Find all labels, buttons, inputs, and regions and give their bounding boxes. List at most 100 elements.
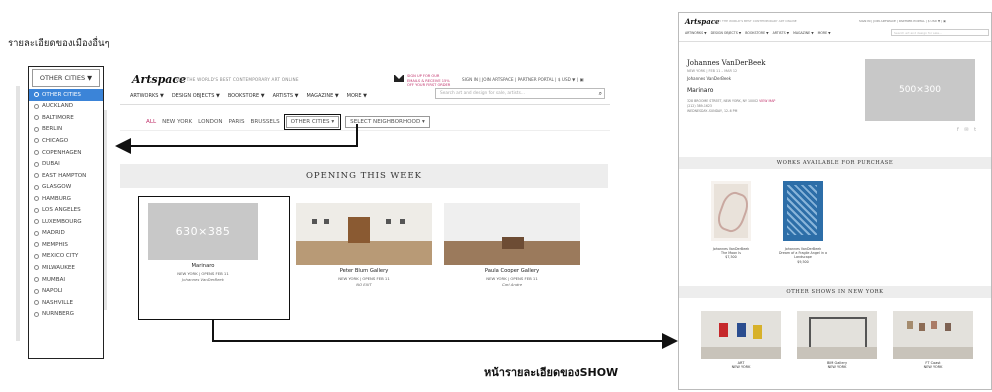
gallery-address: 328 BROOME STREET, NEW YORK, NY 10002 xyxy=(687,99,759,103)
city-option[interactable]: LOS ANGELES xyxy=(29,204,103,216)
other-shows-heading: OTHER SHOWS IN NEW YORK xyxy=(679,286,991,298)
show-artist: NO EXIT xyxy=(356,282,372,287)
show-detail-page: Artspace BUY THE WORLD'S BEST CONTEMPORA… xyxy=(678,12,992,390)
show-title[interactable]: Peter Blum Gallery xyxy=(296,268,432,274)
other-show-thumbnail[interactable] xyxy=(701,311,781,359)
search-icon[interactable]: ⌕ xyxy=(599,90,602,98)
radio-icon xyxy=(34,288,39,294)
city-option[interactable]: BALTIMORE xyxy=(29,112,103,124)
view-map-link[interactable]: VIEW MAP xyxy=(759,99,775,103)
filter-all[interactable]: ALL xyxy=(146,119,156,125)
search-input[interactable]: Search art and design for sale… xyxy=(891,29,989,36)
nav-bookstore[interactable]: BOOKSTORE ▼ xyxy=(228,93,265,99)
nav-artworks[interactable]: ARTWORKS ▼ xyxy=(130,93,164,99)
tagline: BUY THE WORLD'S BEST CONTEMPORARY ART ON… xyxy=(715,19,797,23)
other-show-thumbnail[interactable] xyxy=(893,311,973,359)
show-title[interactable]: Marinaro xyxy=(148,263,258,269)
city-option[interactable]: OTHER CITIES xyxy=(29,89,103,101)
show-image-placeholder[interactable]: 630×385 xyxy=(148,203,258,260)
city-option[interactable]: MUMBAI xyxy=(29,274,103,286)
artwork-thumbnail[interactable] xyxy=(711,181,751,241)
city-option[interactable]: HAMBURG xyxy=(29,193,103,205)
filter-new-york[interactable]: NEW YORK xyxy=(162,119,192,125)
show-hero-placeholder[interactable]: 500×300 xyxy=(865,59,975,121)
city-option[interactable]: MEMPHIS xyxy=(29,239,103,251)
radio-icon xyxy=(34,115,39,121)
city-option[interactable]: NAPOLI xyxy=(29,285,103,297)
works-for-purchase-heading: WORKS AVAILABLE FOR PURCHASE xyxy=(679,157,991,169)
account-links[interactable]: SIGN IN | JOIN ARTSPACE | PARTNER PORTAL… xyxy=(859,19,946,23)
divider xyxy=(679,41,991,42)
city-option[interactable]: NASHVILLE xyxy=(29,297,103,309)
radio-icon xyxy=(34,126,39,132)
artist-name: Johannes VanDerBeek xyxy=(687,59,766,67)
gallery-name[interactable]: Marinaro xyxy=(687,87,713,94)
filter-neighborhood[interactable]: SELECT NEIGHBORHOOD ▾ xyxy=(345,116,430,128)
city-option[interactable]: NURNBERG xyxy=(29,308,103,320)
account-links[interactable]: SIGN IN | JOIN ARTSPACE | PARTNER PORTAL… xyxy=(462,77,583,82)
nav-artworks[interactable]: ARTWORKS ▼ xyxy=(685,31,707,35)
radio-icon xyxy=(34,230,39,236)
show-title[interactable]: Paula Cooper Gallery xyxy=(444,268,580,274)
photo-floor xyxy=(701,347,781,359)
background-strip xyxy=(16,86,20,341)
show-dates: NEW YORK | FEB 11 – MAR 12 xyxy=(687,69,738,73)
nav-more[interactable]: MORE ▼ xyxy=(818,31,831,35)
mail-icon[interactable] xyxy=(394,75,404,82)
filter-london[interactable]: LONDON xyxy=(198,119,222,125)
city-option[interactable]: COPENHAGEN xyxy=(29,147,103,159)
artwork-caption: Johannes VanDerBeek The Moon Is $7,500 xyxy=(712,247,750,260)
radio-icon xyxy=(34,219,39,225)
artwork-thumbnail[interactable] xyxy=(783,181,823,241)
show-card[interactable]: Paula Cooper Gallery NEW YORK | OPENS FE… xyxy=(444,203,580,287)
filter-other-cities[interactable]: OTHER CITIES ▾ xyxy=(283,114,342,130)
gallery-photo[interactable] xyxy=(444,203,580,265)
radio-icon xyxy=(34,265,39,271)
nav-bookstore[interactable]: BOOKSTORE ▼ xyxy=(745,31,768,35)
nav-artists[interactable]: ARTISTS ▼ xyxy=(773,31,790,35)
search-input[interactable]: Search art and design for sale, artists…… xyxy=(435,88,605,99)
gallery-photo[interactable] xyxy=(296,203,432,265)
caption-show-detail: หน้ารายละเอียดของSHOW xyxy=(484,366,619,379)
city-option[interactable]: MEXICO CITY xyxy=(29,251,103,263)
nav-design-objects[interactable]: DESIGN OBJECTS ▼ xyxy=(172,93,220,99)
radio-icon xyxy=(34,173,39,179)
city-option[interactable]: GLASGOW xyxy=(29,181,103,193)
city-option[interactable]: EAST HAMPTON xyxy=(29,170,103,182)
nav-magazine[interactable]: MAGAZINE ▼ xyxy=(306,93,338,99)
show-card[interactable]: Peter Blum Gallery NEW YORK | OPENS FEB … xyxy=(296,203,432,287)
city-option[interactable]: MILWAUKEE xyxy=(29,262,103,274)
show-meta: NEW YORK | OPENS FEB 11 xyxy=(486,276,538,281)
radio-icon xyxy=(34,242,39,248)
other-show-thumbnail[interactable] xyxy=(797,311,877,359)
photo-floor xyxy=(893,347,973,359)
nav-more[interactable]: MORE ▼ xyxy=(347,93,367,99)
city-dropdown[interactable]: OTHER CITIES ▼ OTHER CITIES AUCKLAND BAL… xyxy=(28,66,104,359)
city-option[interactable]: AUCKLAND xyxy=(29,101,103,113)
radio-icon xyxy=(34,277,39,283)
other-show-caption: BIM Gallery NEW YORK xyxy=(826,361,848,370)
photo-door xyxy=(348,217,370,243)
dropdown-header[interactable]: OTHER CITIES ▼ xyxy=(32,69,100,87)
show-card[interactable]: 630×385 Marinaro NEW YORK | OPENS FEB 11… xyxy=(148,203,258,282)
filter-paris[interactable]: PARIS xyxy=(229,119,245,125)
nav-artists[interactable]: ARTISTS ▼ xyxy=(273,93,299,99)
radio-icon xyxy=(34,103,39,109)
artist-link[interactable]: Johannes VanDerBeek xyxy=(687,76,731,81)
filter-brussels[interactable]: BRUSSELS xyxy=(251,119,280,125)
gallery-info: 328 BROOME STREET, NEW YORK, NY 10002 VI… xyxy=(687,99,827,114)
signup-promo[interactable]: SIGN UP FOR OUR EMAILS & RECEIVE 15% OFF… xyxy=(407,74,453,88)
city-option[interactable]: MADRID xyxy=(29,228,103,240)
city-option[interactable]: LUXEMBOURG xyxy=(29,216,103,228)
radio-icon xyxy=(34,311,39,317)
nav-magazine[interactable]: MAGAZINE ▼ xyxy=(793,31,814,35)
city-option[interactable]: CHICAGO xyxy=(29,135,103,147)
city-option[interactable]: DUBAI xyxy=(29,158,103,170)
radio-icon xyxy=(34,300,39,306)
divider xyxy=(120,130,610,131)
nav-design-objects[interactable]: DESIGN OBJECTS ▼ xyxy=(711,31,742,35)
radio-icon xyxy=(34,207,39,213)
city-option[interactable]: BERLIN xyxy=(29,124,103,136)
share-icons[interactable]: f ✉ t xyxy=(957,127,978,133)
photo-wall xyxy=(444,203,580,241)
